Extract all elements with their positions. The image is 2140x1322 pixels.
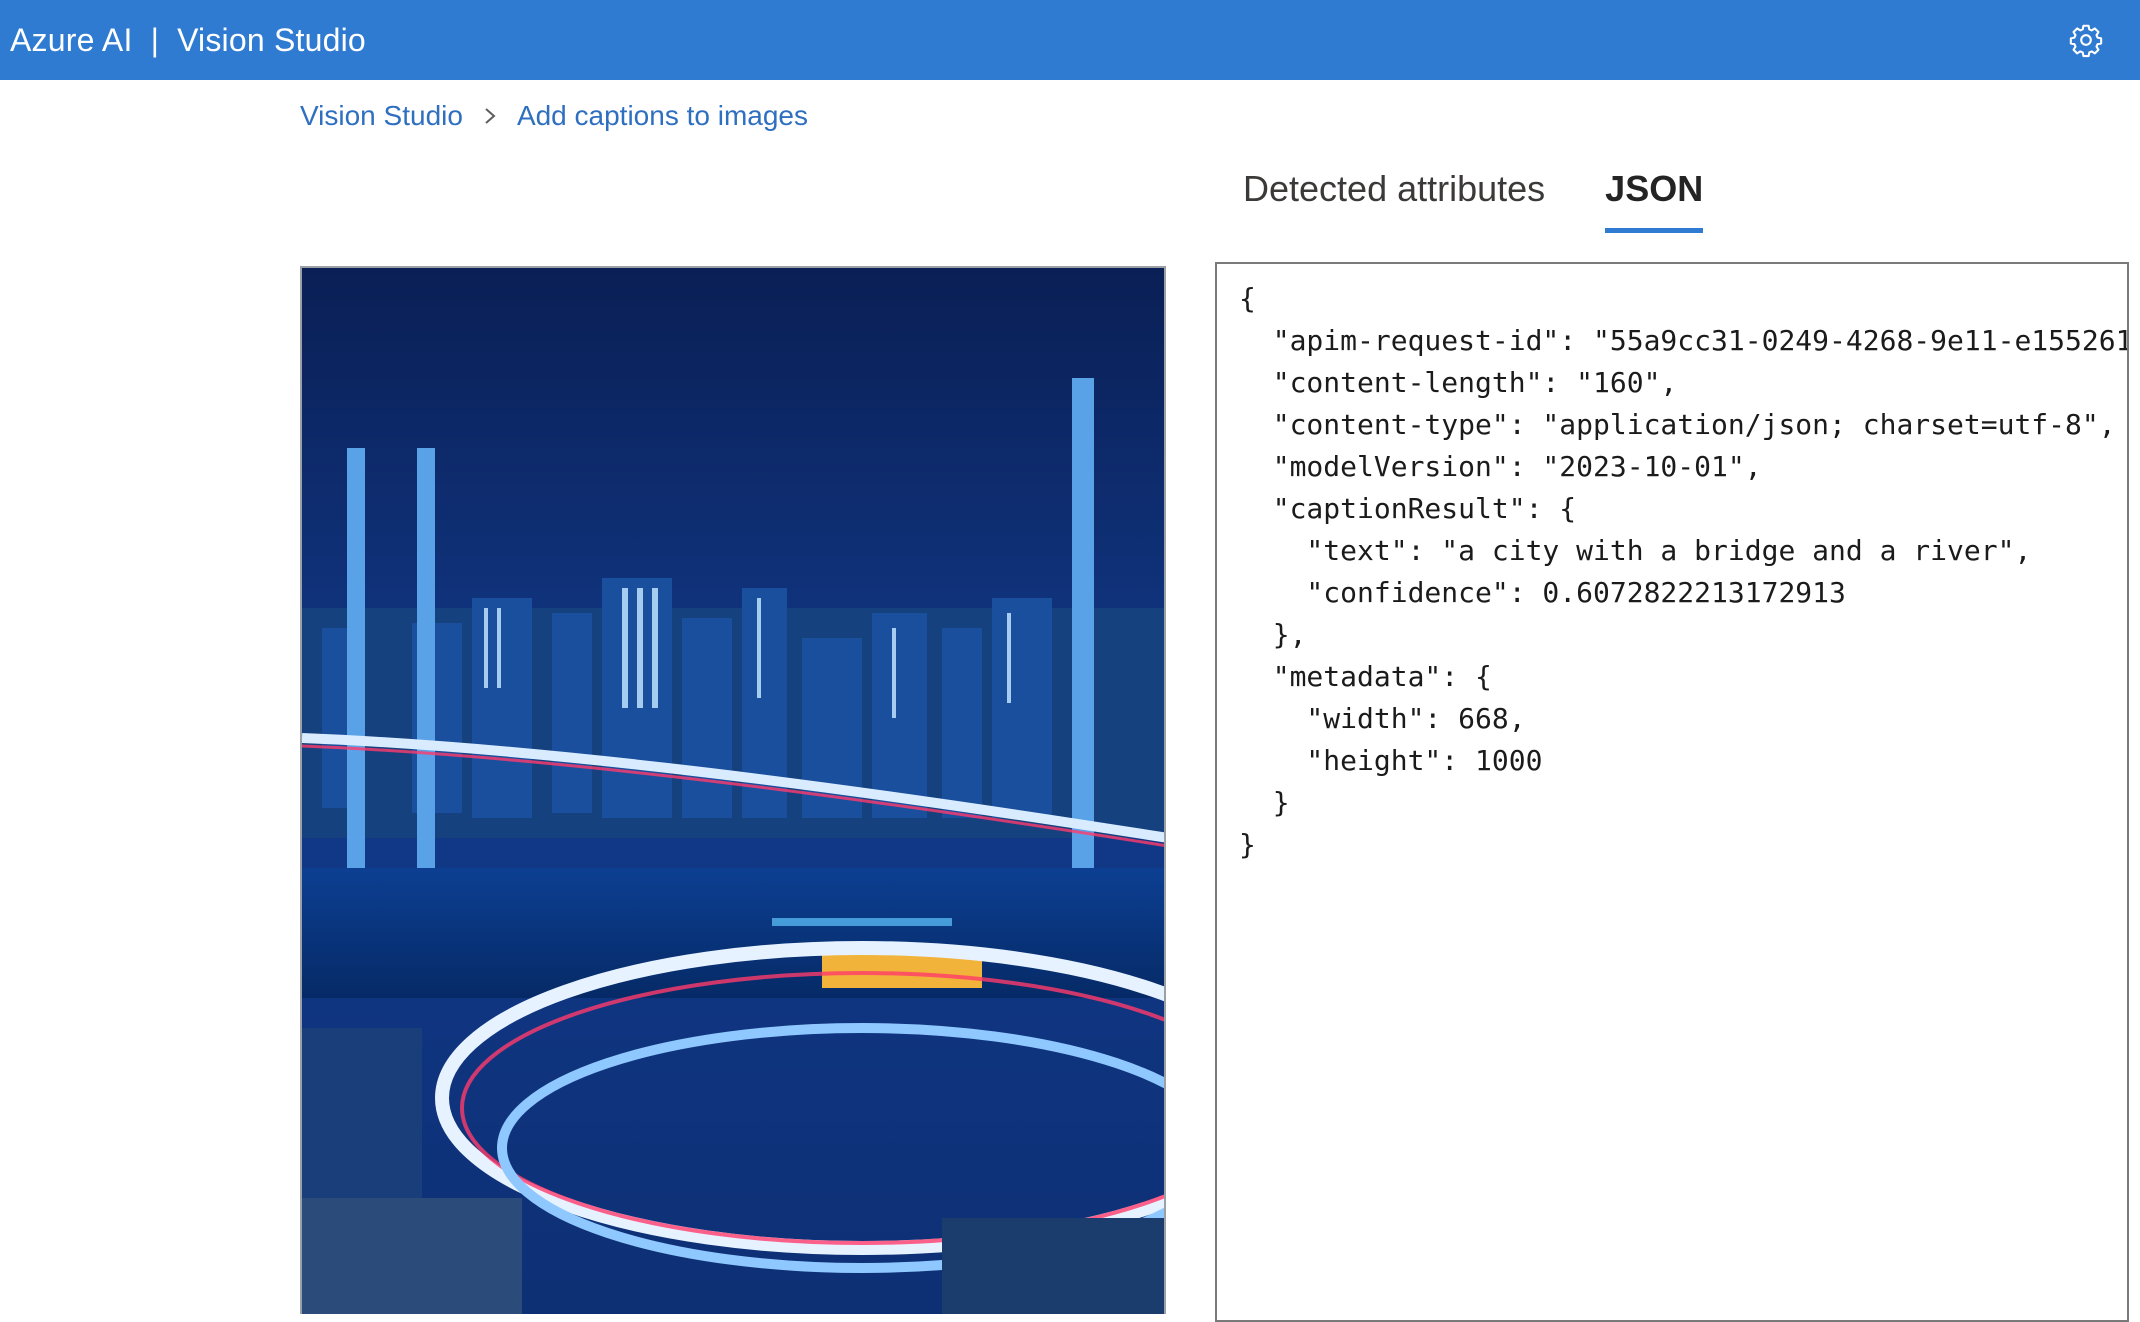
gear-icon[interactable] [2068,22,2104,58]
product-name[interactable]: Vision Studio [177,22,366,59]
json-line: "height": 1000 [1239,744,1543,777]
json-line: }, [1239,618,1307,651]
chevron-right-icon [485,108,496,124]
city-bridge-photo [302,268,1164,1314]
json-line: { [1239,282,1256,315]
json-line: "width": 668, [1239,702,1526,735]
json-output-panel[interactable]: { "apim-request-id": "55a9cc31-0249-4268… [1215,262,2129,1322]
brand-name[interactable]: Azure AI [10,22,133,59]
json-output: { "apim-request-id": "55a9cc31-0249-4268… [1217,264,2127,866]
json-line: "content-length": "160", [1239,366,1678,399]
result-tabs: Detected attributes JSON [1243,168,1704,233]
breadcrumb-add-captions[interactable]: Add captions to images [517,100,808,132]
brand: Azure AI | Vision Studio [10,22,366,59]
json-line: "apim-request-id": "55a9cc31-0249-4268-9… [1239,324,2129,357]
json-line: "confidence": 0.6072822213172913 [1239,576,1846,609]
json-line: "metadata": { [1239,660,1492,693]
brand-separator: | [150,21,160,58]
breadcrumb-vision-studio[interactable]: Vision Studio [300,100,463,132]
json-line: } [1239,786,1290,819]
json-line: "captionResult": { [1239,492,1577,525]
breadcrumb: Vision Studio Add captions to images [300,100,808,132]
tab-json[interactable]: JSON [1605,168,1704,233]
tab-detected-attributes[interactable]: Detected attributes [1243,168,1545,228]
top-header-bar: Azure AI | Vision Studio [0,0,2140,80]
json-line: "text": "a city with a bridge and a rive… [1239,534,2032,567]
uploaded-image [300,266,1166,1314]
json-line: } [1239,828,1256,861]
json-line: "content-type": "application/json; chars… [1239,408,2116,441]
json-line: "modelVersion": "2023-10-01", [1239,450,1762,483]
